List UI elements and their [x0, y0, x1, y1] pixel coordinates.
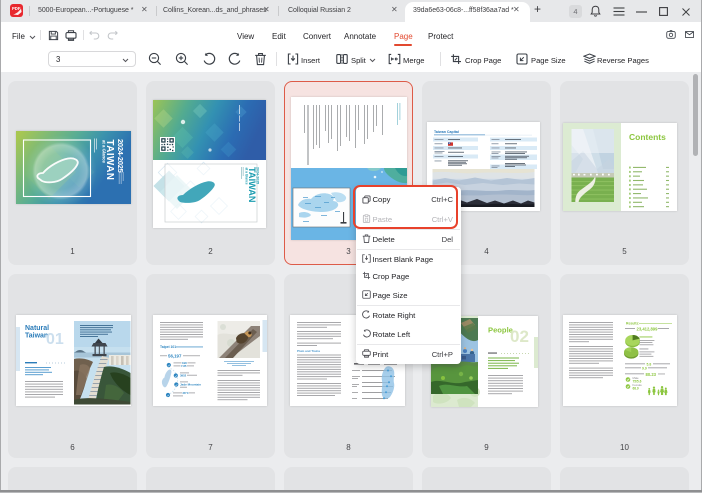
- svg-text:01: 01: [46, 331, 64, 348]
- svg-text:56,197: 56,197: [168, 354, 182, 359]
- svg-text:Taipei 101: Taipei 101: [160, 345, 176, 349]
- svg-text:Taiwan Capital: Taiwan Capital: [434, 130, 459, 134]
- svg-text:7.85: 7.85: [181, 364, 187, 368]
- svg-text:68.9: 68.9: [633, 386, 639, 390]
- svg-text:Jade Mountain: Jade Mountain: [180, 383, 201, 387]
- svg-text:3952: 3952: [180, 374, 187, 378]
- svg-text:80.23: 80.23: [646, 372, 657, 377]
- svg-text:23,412,899: 23,412,899: [637, 327, 659, 332]
- svg-text:2024-2025: 2024-2025: [115, 139, 124, 173]
- svg-text:at a Glance: at a Glance: [245, 168, 249, 185]
- svg-text:9.9: 9.9: [642, 366, 647, 370]
- svg-text:Results:: Results:: [626, 322, 639, 326]
- svg-text:28°C: 28°C: [183, 391, 189, 395]
- svg-text:at a Glance: at a Glance: [101, 140, 106, 164]
- svg-text:Contents: Contents: [629, 132, 666, 142]
- svg-text:Taiwan: Taiwan: [25, 333, 48, 340]
- svg-text:5.8: 5.8: [647, 362, 652, 366]
- svg-text:02: 02: [510, 327, 529, 346]
- svg-text:Plum and Trains: Plum and Trains: [297, 349, 321, 353]
